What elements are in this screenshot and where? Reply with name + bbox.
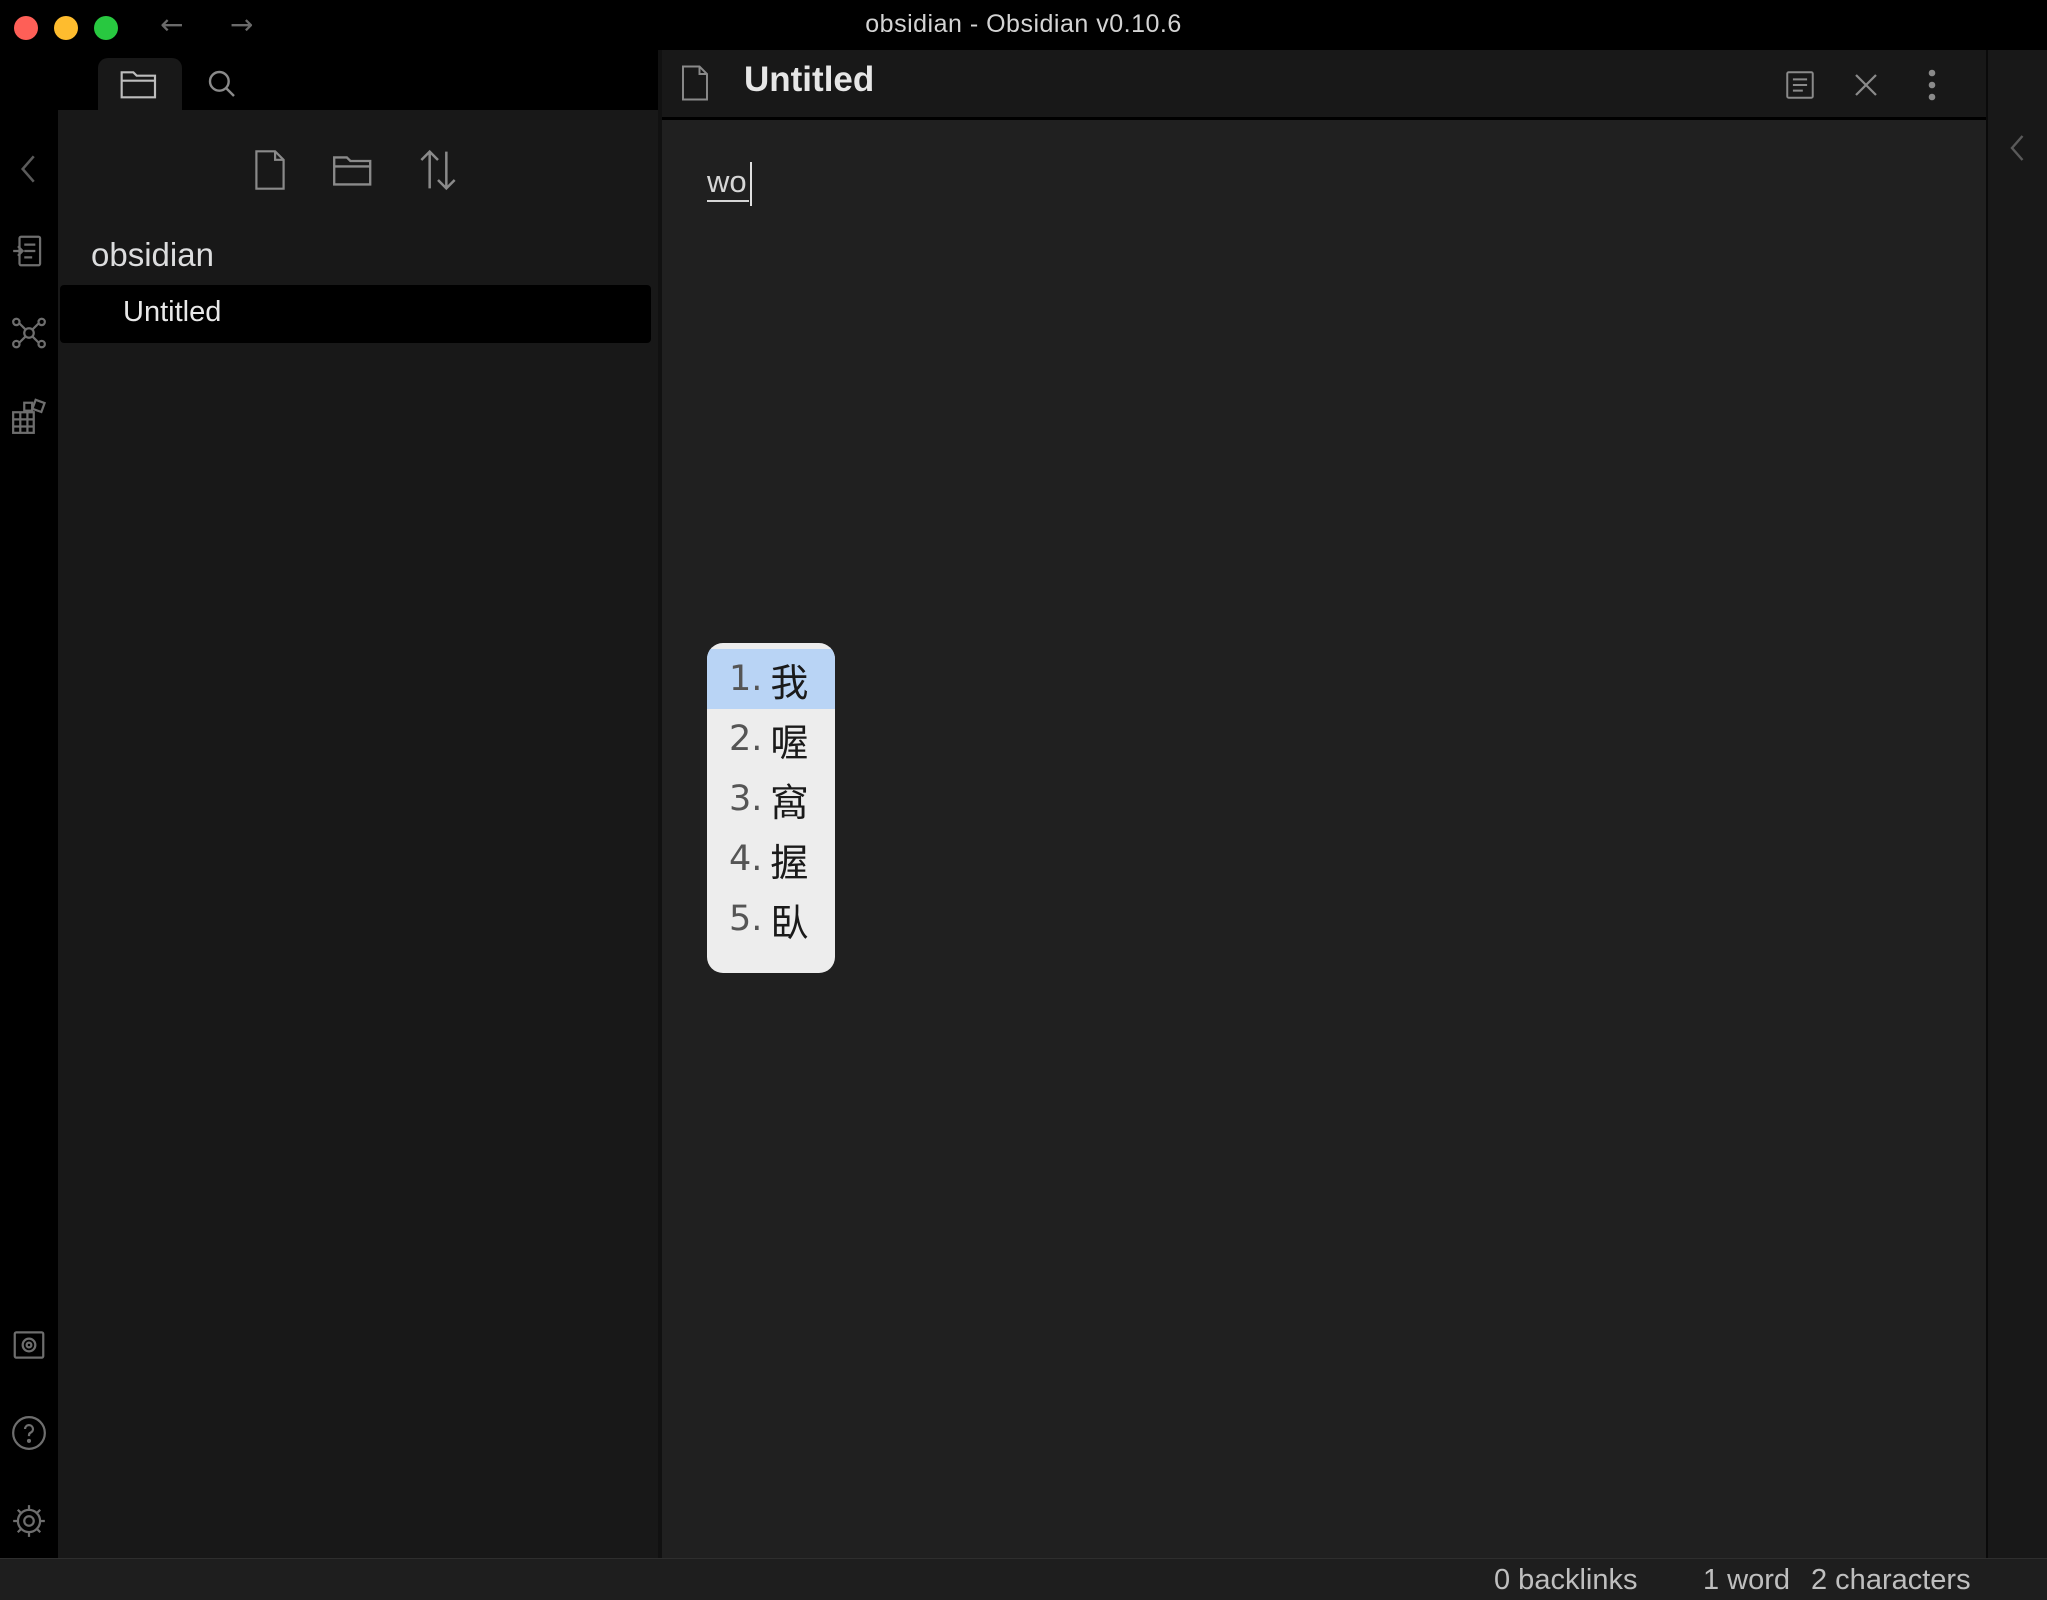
new-note-icon: [255, 150, 285, 190]
new-note-button[interactable]: [242, 142, 298, 198]
sort-icon: [420, 149, 456, 191]
sort-button[interactable]: [410, 142, 466, 198]
new-folder-button[interactable]: [326, 142, 382, 198]
vault-name[interactable]: obsidian: [91, 236, 214, 274]
ime-candidate[interactable]: 1. 我: [707, 649, 835, 709]
ime-candidate[interactable]: 3. 窩: [707, 769, 835, 829]
title-bar: ← → obsidian - Obsidian v0.10.6: [0, 0, 2047, 50]
preview-toggle-icon: [1786, 71, 1814, 99]
status-backlinks[interactable]: 0 backlinks: [1494, 1564, 1637, 1597]
search-tab[interactable]: [196, 58, 248, 110]
text-caret: [750, 162, 752, 206]
templates-icon[interactable]: [8, 396, 50, 438]
more-options-button[interactable]: [1910, 63, 1954, 107]
search-icon: [208, 70, 235, 97]
ime-candidate[interactable]: 2. 喔: [707, 709, 835, 769]
settings-icon[interactable]: [8, 1500, 50, 1542]
ime-candidate-window: 1. 我 2. 喔 3. 窩 4. 握 5. 臥: [707, 643, 835, 973]
ime-candidate[interactable]: 5. 臥: [707, 889, 835, 949]
editor-pane[interactable]: [662, 50, 1986, 1558]
open-quick-switcher-icon[interactable]: [8, 230, 50, 272]
graph-view-icon[interactable]: [8, 312, 50, 354]
file-icon: [680, 64, 714, 104]
vault-switch-icon[interactable]: [8, 1324, 50, 1366]
new-folder-icon: [333, 156, 372, 186]
file-explorer-tab[interactable]: [98, 58, 182, 110]
editor-content-text[interactable]: wo: [707, 164, 749, 202]
file-item-label[interactable]: Untitled: [123, 296, 221, 329]
right-ribbon: [1986, 50, 2047, 1558]
status-character-count: 2 characters: [1811, 1564, 1971, 1596]
expand-right-icon[interactable]: [2000, 128, 2036, 168]
window-title: obsidian - Obsidian v0.10.6: [865, 10, 1182, 38]
status-word-count: 1 word: [1703, 1564, 1791, 1596]
editor-title[interactable]: Untitled: [744, 60, 874, 100]
preview-toggle-button[interactable]: [1778, 63, 1822, 107]
ime-candidate[interactable]: 4. 握: [707, 829, 835, 889]
close-icon: [1855, 74, 1877, 96]
folder-icon: [120, 71, 157, 99]
more-options-icon: [1928, 69, 1936, 101]
collapse-left-icon[interactable]: [8, 148, 50, 190]
file-explorer-panel: [58, 50, 658, 1558]
close-pane-button[interactable]: [1844, 63, 1888, 107]
left-ribbon: [0, 50, 58, 1558]
help-icon[interactable]: [8, 1412, 50, 1454]
